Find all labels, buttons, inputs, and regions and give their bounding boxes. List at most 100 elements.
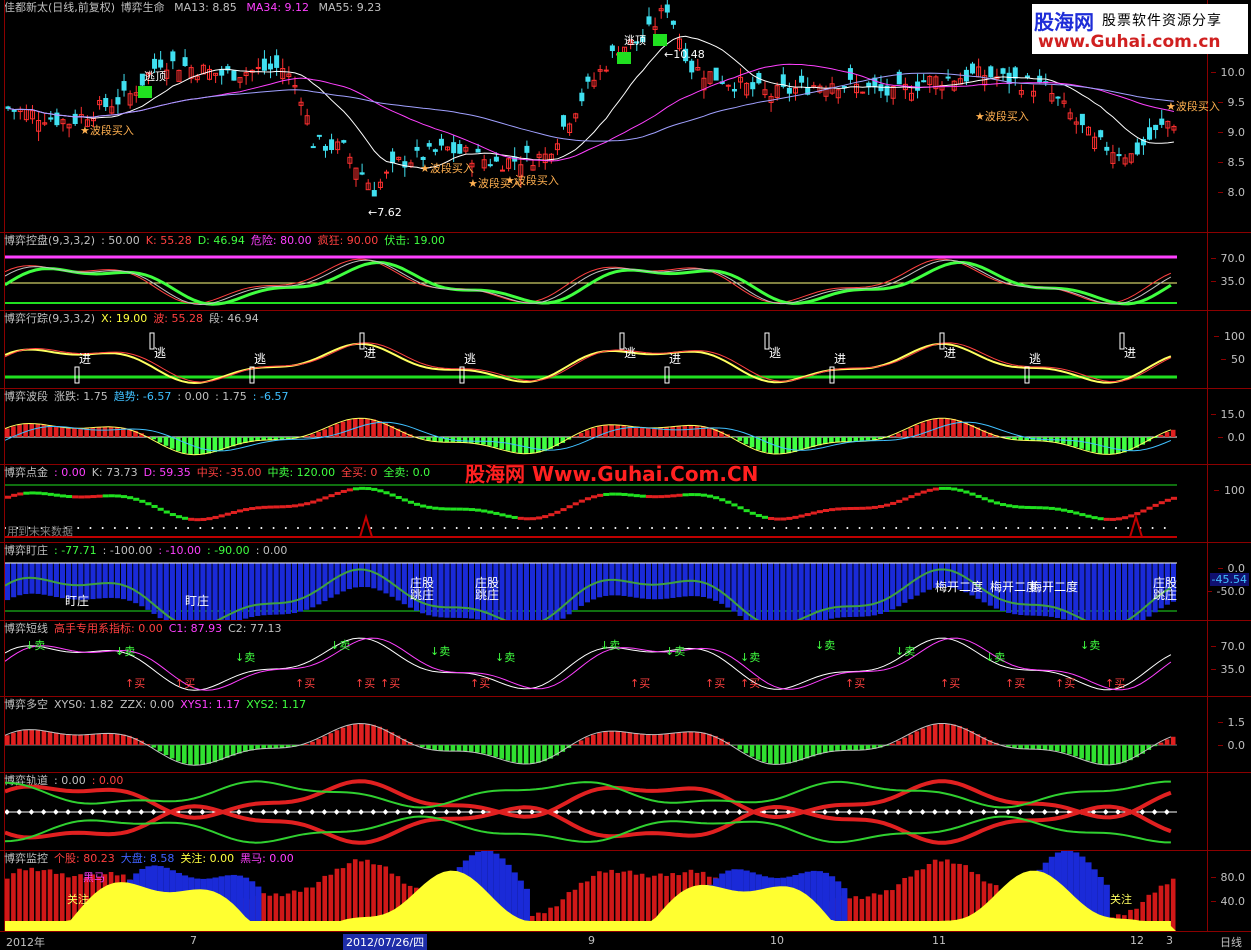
trend-step (121, 495, 127, 498)
volume-bar (622, 563, 627, 596)
volume-bar (127, 563, 132, 601)
dot (1078, 527, 1080, 529)
period-label[interactable]: 日线 (1220, 934, 1242, 950)
histogram-bar (347, 420, 352, 437)
pane-jiankong[interactable]: 博弈监控个股: 80.23大盘: 8.58关注: 0.00黑马: 0.00黑马关… (0, 850, 1251, 932)
trend-step (329, 494, 335, 497)
histogram-bar (457, 437, 462, 442)
volume-bar (194, 563, 199, 621)
trend-step (390, 494, 396, 497)
dot (798, 527, 800, 529)
histogram-bar (194, 745, 199, 765)
trend-step (341, 490, 347, 493)
pane-guidao[interactable]: 博弈轨道: 0.00: 0.00 (0, 772, 1251, 851)
pane-tick: 100 (1224, 484, 1245, 497)
dot (285, 527, 287, 529)
histogram-bar (121, 734, 126, 745)
volume-bar (927, 563, 932, 590)
dot (761, 527, 763, 529)
dot (480, 527, 482, 529)
pane-duanxian[interactable]: 博弈短线高手专用系指标: 0.00C1: 87.93C2: 77.13↓卖↓卖↓… (0, 620, 1251, 697)
pane-dingzhuang[interactable]: 博弈盯庄: -77.71: -100.00: -10.00: -90.00: 0… (0, 542, 1251, 621)
histogram-bar (103, 734, 108, 745)
volume-bar (878, 563, 883, 614)
track-dot (639, 809, 645, 815)
signal-text: 进 (79, 352, 91, 366)
trend-step (518, 517, 524, 520)
pane-axis: 1.50.0 (1207, 697, 1251, 773)
candle-body (262, 59, 266, 70)
histogram-bar (42, 731, 47, 745)
track-dot (90, 809, 96, 815)
indicator-line (5, 260, 1171, 304)
trend-step (1171, 497, 1177, 500)
trend-step (103, 494, 109, 497)
trend-step (170, 513, 176, 516)
candle-body (269, 64, 273, 69)
pane-kongpan[interactable]: 博弈控盘(9,3,3,2): 50.00K: 55.28D: 46.94危险: … (0, 232, 1251, 311)
buy-signal: ↑买 (175, 677, 195, 690)
candle-body (873, 78, 877, 87)
histogram-bar (512, 745, 517, 762)
histogram-bar (963, 422, 968, 437)
trend-step (585, 497, 591, 500)
histogram-bar (963, 728, 968, 745)
volume-bar (1079, 563, 1084, 621)
volume-bar (469, 563, 474, 619)
pane-xingzong[interactable]: 博弈行踪(9,3,3,2)X: 19.00波: 55.28段: 46.94进逃逃… (0, 310, 1251, 389)
histogram-bar (1073, 437, 1078, 447)
track-dot (1152, 809, 1158, 815)
dot (773, 527, 775, 529)
volume-bar (310, 563, 315, 607)
trend-step (237, 509, 243, 512)
pane-plot-duokong (5, 697, 1207, 773)
trend-step (414, 503, 420, 506)
histogram-bar (835, 437, 840, 442)
pane-plot-boduan (5, 389, 1207, 465)
sell-signal: ↓卖 (895, 645, 915, 658)
sell-signal: ↓卖 (665, 645, 685, 658)
volume-bar (133, 563, 138, 603)
dot (810, 527, 812, 529)
volume-bar (103, 563, 108, 598)
histogram-bar (1159, 743, 1164, 745)
trend-step (945, 487, 951, 490)
histogram-bar (426, 437, 431, 440)
histogram-bar (36, 424, 41, 437)
pane-dianjin[interactable]: 博弈点金: 0.00K: 73.73D: 59.35中买: -35.00中卖: … (0, 464, 1251, 543)
dot (651, 527, 653, 529)
trend-step (744, 509, 750, 512)
pane-axis: 15.00.0 (1207, 389, 1251, 465)
volume-bar (261, 563, 266, 615)
sell-signal: ↓卖 (495, 651, 515, 664)
histogram-bar (1165, 432, 1170, 437)
histogram-bar (66, 428, 71, 437)
x-label-cursor-date[interactable]: 2012/07/26/四 (343, 934, 427, 950)
volume-bar (176, 563, 181, 621)
track-dot (41, 809, 47, 815)
track-dot (663, 809, 669, 815)
dot (907, 527, 909, 529)
trend-step (658, 495, 664, 498)
histogram-bar (164, 437, 169, 446)
pane-duokong[interactable]: 博弈多空XYS0: 1.82ZZX: 0.00XYS1: 1.17XYS2: 1… (0, 696, 1251, 773)
dot (114, 527, 116, 529)
dot (334, 527, 336, 529)
trend-step (731, 503, 737, 506)
pane-boduan[interactable]: 博弈波段涨跌: 1.75趋势: -6.57: 0.00: 1.75: -6.57… (0, 388, 1251, 465)
price-tick: 8.5 (1228, 156, 1246, 169)
candle-body (848, 69, 852, 80)
trend-step (969, 493, 975, 496)
track-dot (969, 809, 975, 815)
histogram-bar (438, 745, 443, 751)
histogram-bar (54, 426, 59, 437)
volume-bar (249, 563, 254, 617)
candle-body (1117, 155, 1121, 156)
dot (1054, 527, 1056, 529)
trend-step (524, 517, 530, 520)
histogram-bar (1165, 739, 1170, 745)
dot (932, 527, 934, 529)
volume-bar (640, 563, 645, 599)
trend-step (261, 506, 267, 509)
trend-step (670, 494, 676, 497)
